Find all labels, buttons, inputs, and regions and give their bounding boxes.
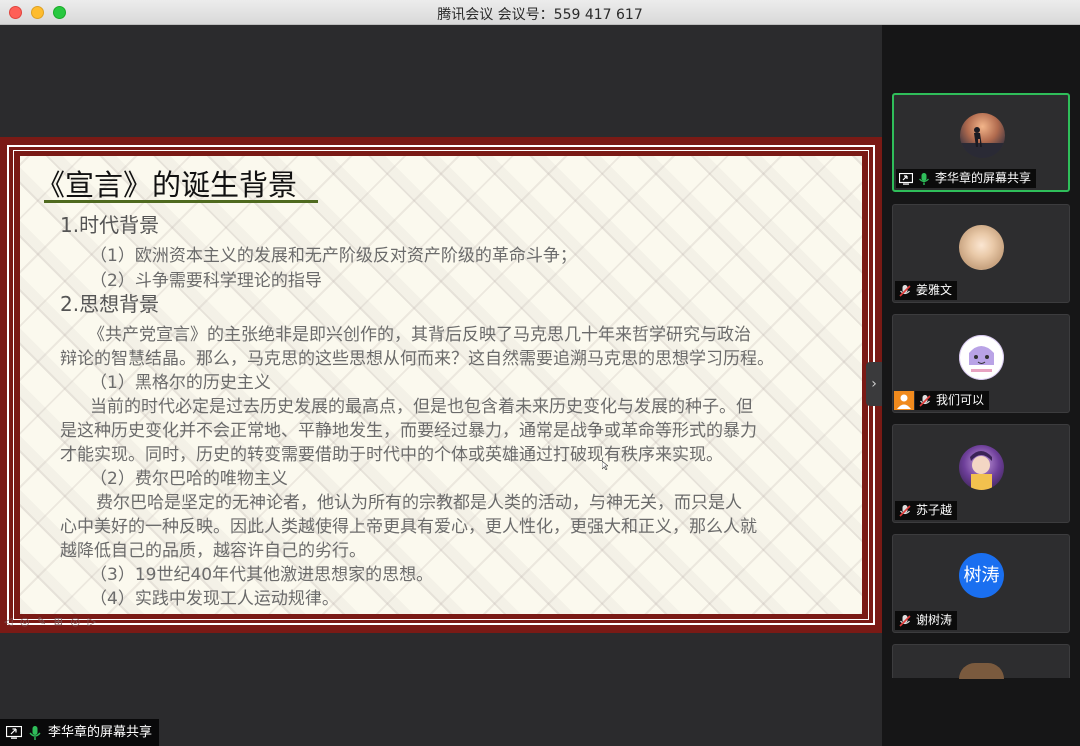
slide-line: 《共产党宣言》的主张绝非是即兴创作的，其背后反映了马克思几十年来哲学研究与政治: [88, 325, 751, 345]
participant-name-tag: 李华章的屏幕共享: [896, 169, 1037, 188]
microphone-icon: [919, 172, 929, 185]
avatar: [959, 445, 1004, 490]
slide-line: 2.思想背景: [60, 292, 160, 316]
chevron-right-icon: ›: [871, 376, 877, 392]
slide-line: （4）实践中发现工人运动规律。: [90, 589, 339, 609]
slide-content: 《宣言》的诞生背景 1.时代背景 （1）欧洲资本主义的发展和无产阶级反对资产阶级…: [20, 156, 862, 614]
screen-share-owner: 李华章的屏幕共享: [48, 725, 153, 740]
mouse-cursor-icon: [602, 461, 608, 470]
cartoon-avatar-icon: [970, 451, 992, 490]
avatar: 树涛: [959, 553, 1004, 598]
participant-name-tag: 我们可以: [915, 391, 990, 410]
slide-line: 当前的时代必定是过去历史发展的最高点，但是也包含着未来历史变化与发展的种子。但: [90, 397, 753, 417]
participant-name: 姜雅文: [916, 283, 953, 297]
slide-line: 才能实现。同时，历史的转变需要借助于时代中的个体或英雄通过打破现有秩序来实现。: [60, 445, 723, 465]
mic-muted-icon: [899, 614, 911, 627]
participant-name: 谢树涛: [916, 613, 953, 627]
avatar: [959, 225, 1004, 270]
screen-share-icon: [899, 172, 913, 185]
slide-line: （1）欧洲资本主义的发展和无产阶级反对资产阶级的革命斗争；: [90, 246, 577, 266]
slide-line: （3）19世纪40年代其他激进思想家的思想。: [90, 565, 434, 585]
participant-tile[interactable]: 姜雅文: [892, 204, 1070, 303]
participant-name: 苏子越: [916, 503, 953, 517]
participant-name-tag: 谢树涛: [895, 611, 958, 630]
shared-slide: 《宣言》的诞生背景 1.时代背景 （1）欧洲资本主义的发展和无产阶级反对资产阶级…: [0, 137, 882, 633]
mic-muted-icon: [899, 504, 911, 517]
meeting-window: 腾讯会议 会议号：559 417 617 《宣言》的诞生背景 1.时代背景 （1…: [0, 0, 1080, 746]
participant-tile-partial[interactable]: [892, 644, 1070, 679]
silhouette-icon: [960, 127, 1005, 158]
mic-muted-icon: [899, 284, 911, 297]
slide-line: （1）黑格尔的历史主义: [90, 373, 271, 393]
avatar: [960, 113, 1005, 158]
title-bar: 腾讯会议 会议号：559 417 617: [0, 0, 1080, 25]
mic-muted-icon: [919, 394, 931, 407]
person-icon: [894, 391, 914, 410]
participant-name-tag: 苏子越: [895, 501, 958, 520]
slide-line: 是这种历史变化并不会正常地、平静地发生，而要经过暴力，通常是战争或革命等形式的暴…: [60, 421, 757, 441]
slide-line: 心中美好的一种反映。因此人类越使得上帝更具有爱心，更人性化，更强大和正义，那么人…: [60, 517, 757, 537]
slide-title: 《宣言》的诞生背景: [36, 168, 298, 202]
expand-panel-button[interactable]: ›: [866, 362, 882, 406]
title-underline: [44, 200, 318, 203]
screen-share-icon: [6, 726, 22, 739]
slide-line: 越降低自己的品质，越容许自己的劣行。: [60, 541, 366, 561]
participant-tile[interactable]: 李华章的屏幕共享: [892, 93, 1070, 192]
cartoon-avatar-icon: [959, 335, 1004, 380]
screen-share-label: 李华章的屏幕共享: [0, 719, 160, 746]
participant-tile[interactable]: 树涛 谢树涛: [892, 534, 1070, 633]
participant-tile[interactable]: 我们可以: [892, 314, 1070, 413]
participant-name: 我们可以: [936, 393, 985, 407]
slide-line: 费尔巴哈是坚定的无神论者，他认为所有的宗教都是人类的活动，与神无关，而只是人: [96, 493, 742, 513]
avatar: [959, 335, 1004, 380]
participant-name: 李华章的屏幕共享: [935, 171, 1032, 185]
slide-line: 辩论的智慧结晶。那么，马克思的这些思想从何而来？这自然需要追溯马克思的思想学习历…: [60, 349, 774, 369]
participant-tile[interactable]: 苏子越: [892, 424, 1070, 523]
avatar: [959, 663, 1004, 679]
slideshow-controls[interactable]: ◁ ◎ ✎ ⊞ ◎ ▷: [4, 615, 98, 628]
window-title: 腾讯会议 会议号：559 417 617: [437, 7, 643, 23]
microphone-icon: [29, 725, 41, 740]
slide-line: （2）费尔巴哈的唯物主义: [90, 469, 288, 489]
slide-line: 1.时代背景: [60, 213, 160, 237]
participant-name-tag: 姜雅文: [895, 281, 958, 300]
